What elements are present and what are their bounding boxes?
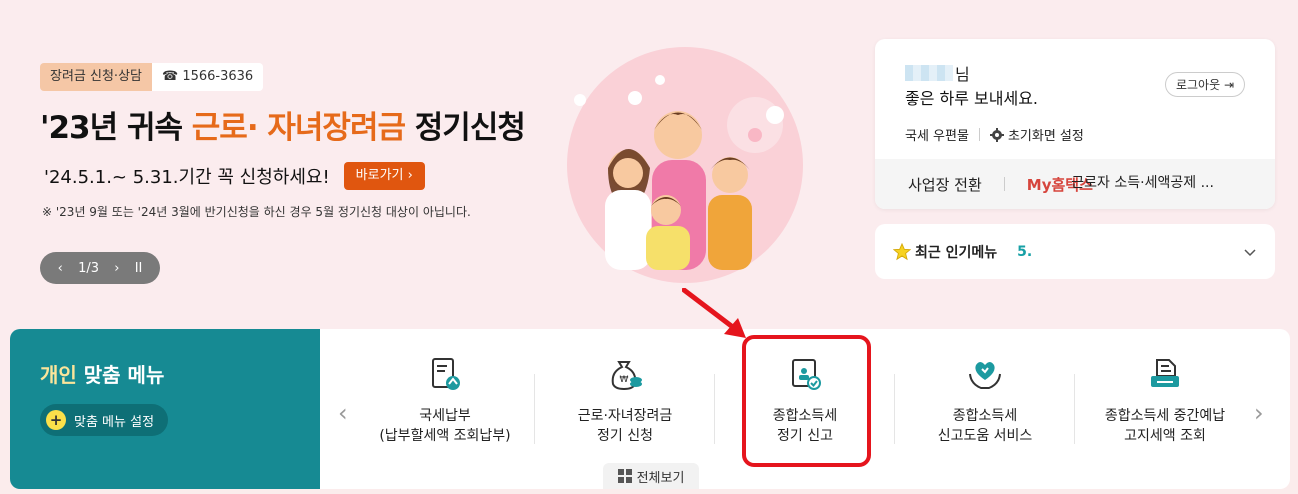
divider xyxy=(978,128,980,141)
view-all-label: 전체보기 xyxy=(636,470,685,486)
document-upload-icon xyxy=(432,358,460,390)
money-bag-icon: ₩ xyxy=(611,361,642,391)
star-icon xyxy=(893,242,911,260)
grid-icon xyxy=(617,469,632,483)
menu-item-label: 종합소득세 신고도움 서비스 xyxy=(937,408,1033,444)
masked-username xyxy=(905,65,953,81)
period-text: '24.5.1.~ 5.31.기간 꼭 신청하세요! xyxy=(42,163,332,189)
switch-business-link[interactable]: 사업장 전환 xyxy=(908,174,982,195)
menu-setting-label: 맞춤 메뉴 설정 xyxy=(74,414,155,430)
greeting: 좋은 하루 보내세요. xyxy=(905,89,1039,108)
banner-headline: '23년 귀속 근로· 자녀장려금 정기신청 xyxy=(40,102,526,147)
menu-prev-arrow[interactable]: ‹ xyxy=(338,399,348,427)
popular-menu-bar[interactable]: 최근 인기메뉴 5. 근로자 소득·세액공제 ... xyxy=(875,175,1275,279)
popular-rank: 5. xyxy=(1017,243,1033,260)
headline-pre: '23년 귀속 xyxy=(40,110,192,146)
menu-next-arrow[interactable]: › xyxy=(1254,399,1264,427)
apply-tag[interactable]: 장려금 신청·상담 xyxy=(40,63,152,91)
chevron-down-icon[interactable] xyxy=(1243,245,1257,259)
name-suffix: 님 xyxy=(955,65,970,84)
tag-row: 장려금 신청·상담 ☎ 1566-3636 xyxy=(40,63,264,91)
pager-pause-button[interactable]: II xyxy=(135,261,143,276)
menu-item-tax-payment[interactable]: 국세납부 (납부할세액 조회납부) xyxy=(355,329,535,489)
headline-post: 정기신청 xyxy=(405,110,526,146)
view-all-button[interactable]: 전체보기 xyxy=(603,463,699,489)
menu-item-label: 국세납부 (납부할세액 조회납부) xyxy=(379,408,511,444)
family-illustration xyxy=(567,47,803,283)
menu-setting-button[interactable]: + 맞춤 메뉴 설정 xyxy=(40,404,169,436)
phone-tag: ☎ 1566-3636 xyxy=(152,63,264,91)
pager-next-button[interactable]: › xyxy=(114,261,119,276)
divider xyxy=(1003,177,1005,191)
popular-title: 최근 인기메뉴 xyxy=(915,244,998,261)
svg-text:₩: ₩ xyxy=(620,375,629,385)
menu-item-label: 종합소득세 중간예납 고지세액 조회 xyxy=(1104,408,1226,444)
menu-item-filing-help[interactable]: 종합소득세 신고도움 서비스 xyxy=(895,329,1075,489)
title-rest: 맞춤 메뉴 xyxy=(76,363,165,387)
heart-hands-icon xyxy=(969,362,1001,389)
headline-highlight: 근로· 자녀장려금 xyxy=(191,110,406,146)
mailbox-link[interactable]: 국세 우편물 xyxy=(905,125,969,144)
home-settings-link[interactable]: 초기화면 설정 xyxy=(1008,125,1084,144)
menu-item-interim-prepayment[interactable]: 종합소득세 중간예납 고지세액 조회 xyxy=(1075,329,1255,489)
title-highlight: 개인 xyxy=(40,363,77,387)
banner-pager: ‹ 1/3 › II xyxy=(40,252,160,284)
user-links: 국세 우편물 초기화면 설정 xyxy=(905,125,1084,144)
custom-menu-title: 개인 맞춤 메뉴 xyxy=(40,359,164,388)
custom-menu-header: 개인 맞춤 메뉴 + 맞춤 메뉴 설정 xyxy=(10,329,320,489)
banner-note: ※ '23년 9월 또는 '24년 3월에 반기신청을 하신 경우 5월 정기신… xyxy=(42,205,471,219)
popular-item[interactable]: 근로자 소득·세액공제 ... xyxy=(1042,172,1243,332)
plus-icon: + xyxy=(46,410,66,430)
logout-button[interactable]: 로그아웃 ⇥ xyxy=(1164,72,1245,97)
user-name-row: 님 xyxy=(905,61,970,85)
highlight-box xyxy=(742,335,871,467)
go-button[interactable]: 바로가기 › xyxy=(343,162,425,190)
red-arrow-annotation xyxy=(682,288,746,338)
pager-prev-button[interactable]: ‹ xyxy=(58,261,63,276)
pager-page: 1/3 xyxy=(78,260,99,276)
banner-subline: '24.5.1.~ 5.31.기간 꼭 신청하세요! 바로가기 › xyxy=(42,162,425,190)
custom-menu-bar: 개인 맞춤 메뉴 + 맞춤 메뉴 설정 ‹ › 국세납부 (납부할세액 조회납부… xyxy=(10,329,1290,489)
printer-doc-icon xyxy=(1151,359,1179,387)
gear-icon xyxy=(989,127,1004,142)
menu-item-label: 근로·자녀장려금 정기 신청 xyxy=(577,408,673,444)
